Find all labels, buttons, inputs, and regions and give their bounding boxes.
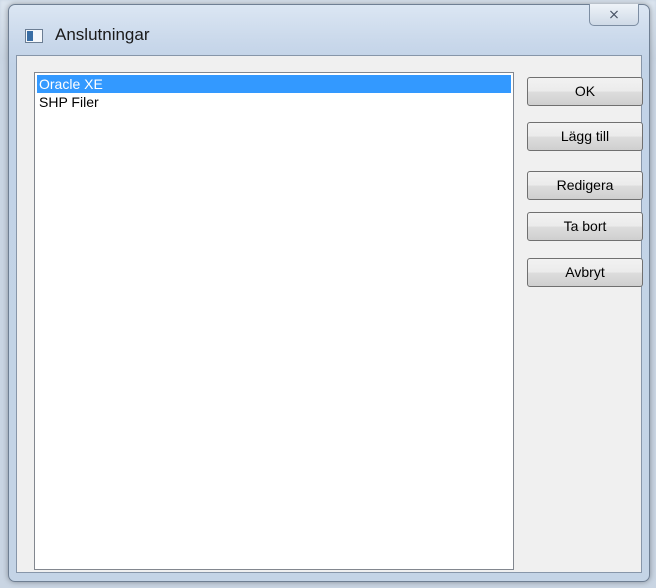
add-button[interactable]: Lägg till	[527, 122, 643, 151]
window-icon	[25, 29, 43, 43]
dialog-client-area: Oracle XE SHP Filer OK Lägg till Rediger…	[16, 55, 643, 573]
window-title: Anslutningar	[55, 25, 150, 44]
remove-button[interactable]: Ta bort	[527, 212, 643, 241]
edit-button[interactable]: Redigera	[527, 171, 643, 200]
close-button[interactable]: ⨯	[589, 4, 639, 26]
ok-button[interactable]: OK	[527, 77, 643, 106]
list-item[interactable]: SHP Filer	[37, 93, 511, 111]
cancel-button[interactable]: Avbryt	[527, 258, 643, 287]
connections-listbox[interactable]: Oracle XE SHP Filer	[34, 72, 514, 570]
connections-dialog: Anslutningar ⨯ Oracle XE SHP Filer OK Lä…	[8, 4, 650, 582]
title-bar[interactable]: Anslutningar ⨯	[9, 4, 649, 55]
list-item[interactable]: Oracle XE	[37, 75, 511, 93]
close-icon: ⨯	[608, 6, 620, 22]
